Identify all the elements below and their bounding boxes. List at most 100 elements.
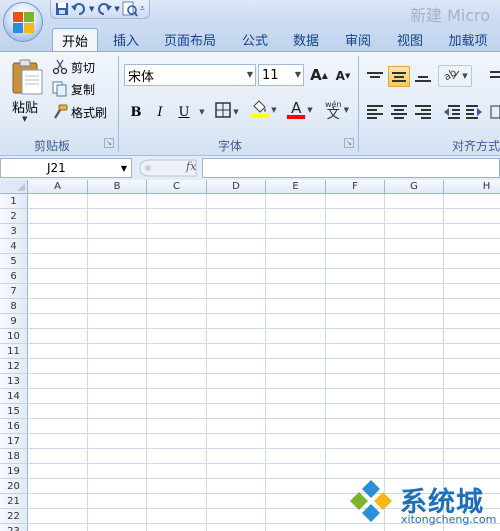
row-header[interactable]: 1 <box>0 194 28 209</box>
chevron-down-icon: ▼ <box>120 164 127 173</box>
bottom-align-icon[interactable] <box>412 66 434 87</box>
row-header[interactable]: 11 <box>0 344 28 359</box>
align-center-icon[interactable] <box>388 101 410 122</box>
select-all-button[interactable] <box>0 180 28 194</box>
borders-button[interactable]: ▼ <box>212 101 242 123</box>
tab-data[interactable]: 数据 <box>286 28 326 51</box>
tab-page-layout[interactable]: 页面布局 <box>158 28 222 51</box>
copy-button[interactable]: 复制 <box>52 79 95 99</box>
ribbon-tabs: 开始 插入 页面布局 公式 数据 审阅 视图 加载项 <box>0 25 500 51</box>
gridline <box>28 253 500 254</box>
copy-label: 复制 <box>71 82 96 97</box>
italic-button[interactable]: I <box>150 101 170 123</box>
paste-icon[interactable] <box>10 58 44 96</box>
text-orientation-icon: ab <box>442 67 460 85</box>
bold-button[interactable]: B <box>126 101 146 123</box>
font-family-select[interactable]: 宋体 ▼ <box>124 64 256 86</box>
underline-button[interactable]: U <box>174 101 194 123</box>
chevron-down-icon: ▼ <box>246 70 253 79</box>
row-header[interactable]: 18 <box>0 449 28 464</box>
phonetic-guide-button[interactable]: wén 文 ▼ <box>320 99 354 121</box>
fill-color-button[interactable]: ▼ <box>248 99 280 121</box>
row-header[interactable]: 7 <box>0 284 28 299</box>
row-header[interactable]: 19 <box>0 464 28 479</box>
decrease-indent-icon[interactable] <box>440 101 462 123</box>
undo-icon[interactable] <box>71 1 87 17</box>
font-size-select[interactable]: 11 ▼ <box>258 64 304 86</box>
column-header[interactable]: B <box>88 180 147 194</box>
row-header[interactable]: 15 <box>0 404 28 419</box>
row-header[interactable]: 17 <box>0 434 28 449</box>
column-header[interactable]: H <box>444 180 500 194</box>
name-box-value: J21 <box>47 161 66 175</box>
row-header[interactable]: 16 <box>0 419 28 434</box>
office-logo-icon <box>13 12 35 34</box>
ribbon-home: 粘贴 ▼ 剪切 复制 格式刷 剪贴板 ↘ 宋体 ▼ 11 ▼ A ▲ A ▼ B… <box>0 51 500 155</box>
row-header[interactable]: 10 <box>0 329 28 344</box>
column-header[interactable]: A <box>28 180 88 194</box>
format-painter-label: 格式刷 <box>71 105 108 120</box>
decrease-font-size-icon[interactable]: A ▼ <box>332 65 354 87</box>
top-align-icon[interactable] <box>364 66 386 87</box>
increase-font-size-icon[interactable]: A ▲ <box>308 64 330 86</box>
undo-dropdown-icon[interactable]: ▼ <box>89 1 94 17</box>
redo-icon[interactable] <box>96 1 113 17</box>
cut-label: 剪切 <box>71 60 96 75</box>
row-header[interactable]: 6 <box>0 269 28 284</box>
row-header[interactable]: 3 <box>0 224 28 239</box>
name-box[interactable]: J21 ▼ <box>0 158 132 178</box>
row-header[interactable]: 14 <box>0 389 28 404</box>
row-header[interactable]: 13 <box>0 374 28 389</box>
merge-cells-icon[interactable] <box>490 101 500 123</box>
window-title: 新建 Micro <box>410 6 491 25</box>
column-header[interactable]: C <box>147 180 207 194</box>
column-header[interactable]: F <box>326 180 385 194</box>
row-header[interactable]: 23 <box>0 524 28 531</box>
row-header[interactable]: 21 <box>0 494 28 509</box>
column-header[interactable]: E <box>266 180 326 194</box>
row-header[interactable]: 12 <box>0 359 28 374</box>
row-header[interactable]: 20 <box>0 479 28 494</box>
tab-home[interactable]: 开始 <box>52 28 98 51</box>
print-preview-icon[interactable] <box>122 1 138 17</box>
tab-insert[interactable]: 插入 <box>106 28 146 51</box>
increase-indent-icon[interactable] <box>464 101 486 123</box>
wrap-text-icon[interactable] <box>490 66 500 88</box>
row-header[interactable]: 9 <box>0 314 28 329</box>
gridline <box>325 194 326 531</box>
row-header[interactable]: 4 <box>0 239 28 254</box>
cut-button[interactable]: 剪切 <box>52 57 95 77</box>
middle-align-icon[interactable] <box>388 66 410 87</box>
gridline <box>28 328 500 329</box>
font-launcher-icon[interactable]: ↘ <box>344 138 354 148</box>
tab-view[interactable]: 视图 <box>390 28 430 51</box>
column-header[interactable]: D <box>207 180 266 194</box>
gridline <box>265 194 266 531</box>
formula-input[interactable] <box>202 158 500 178</box>
clipboard-group-label: 剪贴板 <box>33 138 70 153</box>
copy-icon <box>52 81 68 97</box>
office-button[interactable] <box>3 2 43 42</box>
column-header[interactable]: G <box>385 180 444 194</box>
row-header[interactable]: 8 <box>0 299 28 314</box>
row-header[interactable]: 22 <box>0 509 28 524</box>
align-right-icon[interactable] <box>412 101 434 122</box>
insert-function-button[interactable]: fx <box>186 160 196 173</box>
clipboard-launcher-icon[interactable]: ↘ <box>104 138 114 148</box>
save-icon[interactable] <box>55 1 69 17</box>
tab-formulas[interactable]: 公式 <box>232 28 278 51</box>
row-header[interactable]: 2 <box>0 209 28 224</box>
orientation-button[interactable]: ab ▼ <box>438 65 472 87</box>
underline-dropdown-icon[interactable]: ▼ <box>196 101 206 123</box>
redo-dropdown-icon[interactable]: ▼ <box>114 1 119 17</box>
paste-dropdown-icon[interactable]: ▼ <box>22 115 27 123</box>
format-painter-button[interactable]: 格式刷 <box>52 102 107 122</box>
align-left-icon[interactable] <box>364 101 386 122</box>
customize-qat-icon[interactable]: ⩡ <box>140 1 145 17</box>
tab-review[interactable]: 审阅 <box>338 28 378 51</box>
paste-button[interactable]: 粘贴 <box>12 97 38 116</box>
tab-addins[interactable]: 加载项 <box>440 28 496 51</box>
font-color-button[interactable]: A ▼ <box>284 99 316 121</box>
row-header[interactable]: 5 <box>0 254 28 269</box>
watermark-logo-icon <box>346 478 396 528</box>
